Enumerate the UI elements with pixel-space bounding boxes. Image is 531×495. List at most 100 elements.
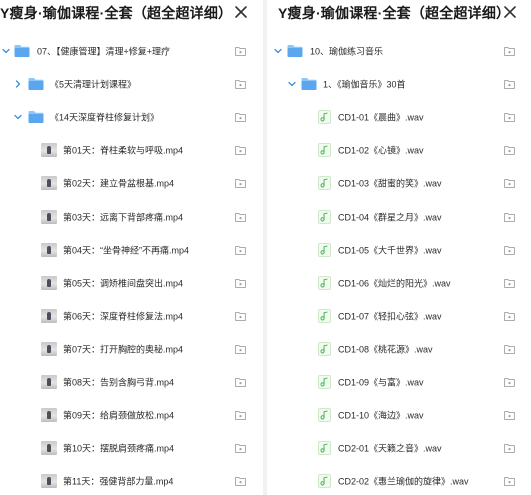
file-row[interactable]: CD1-01《晨曲》.wav (268, 103, 531, 131)
folder-action-icon[interactable] (235, 145, 246, 156)
file-row[interactable]: CD2-02《惠兰瑜伽的旋律》.wav (268, 467, 531, 495)
video-thumbnail-icon (41, 341, 57, 356)
music-note-icon (320, 212, 328, 221)
audio-file-icon (318, 341, 331, 356)
folder-action-icon[interactable] (504, 46, 515, 56)
folder-action-icon[interactable] (235, 410, 246, 420)
folder-action-icon[interactable] (235, 112, 246, 123)
folder-action-icon[interactable] (235, 212, 246, 222)
file-row[interactable]: CD1-08《桃花源》.wav (268, 335, 531, 363)
video-thumbnail-icon (41, 474, 57, 489)
folder-name: 1、《瑜伽音乐》30首 (323, 79, 406, 90)
file-row[interactable]: CD1-03《甜蜜的笑》.wav (268, 169, 531, 197)
folder-action-icon[interactable] (504, 112, 515, 123)
folder-action-icon[interactable] (504, 443, 515, 454)
chevron-down-icon[interactable] (14, 113, 22, 121)
folder-action-icon[interactable] (504, 278, 515, 288)
folder-row[interactable]: 07、【健康管理】清理+修复+理疗 (0, 37, 262, 65)
file-name: CD1-10《海边》.wav (338, 410, 424, 421)
file-row[interactable]: 第05天：调矫椎间盘突出.mp4 (0, 269, 262, 297)
file-row[interactable]: 第03天：远离下背部疼痛.mp4 (0, 203, 262, 231)
file-row[interactable]: CD1-06《灿烂的阳光》.wav (268, 269, 531, 297)
folder-icon (287, 45, 303, 57)
video-thumbnail-icon (41, 441, 57, 456)
folder-action-icon[interactable] (235, 278, 246, 288)
folder-action-icon[interactable] (504, 476, 515, 487)
file-name: 第10天：摆脱肩颈疼痛.mp4 (63, 443, 175, 454)
folder-name: 《14天深度脊柱修复计划》 (50, 112, 160, 123)
folder-action-icon[interactable] (235, 344, 246, 354)
file-name: CD1-03《甜蜜的笑》.wav (338, 178, 442, 189)
folder-action-icon[interactable] (235, 178, 246, 189)
file-row[interactable]: 第09天：给肩颈做放松.mp4 (0, 401, 262, 429)
left-panel-header: Y瘦身·瑜伽课程·全套（超全超详细） (0, 0, 262, 28)
figure-silhouette (47, 179, 51, 188)
file-row[interactable]: CD1-10《海边》.wav (268, 401, 531, 429)
folder-action-icon[interactable] (504, 410, 515, 420)
chevron-down-icon[interactable] (288, 80, 296, 88)
figure-silhouette (47, 344, 51, 353)
music-note-icon (320, 476, 328, 486)
folder-action-icon[interactable] (504, 377, 515, 387)
folder-icon (301, 78, 317, 91)
folder-action-icon[interactable] (235, 377, 246, 387)
file-name: 第04天：“坐骨神经”不再痛.mp4 (63, 245, 190, 256)
folder-action-icon[interactable] (504, 79, 515, 89)
file-name: 第01天：脊柱柔软与呼吸.mp4 (63, 145, 184, 156)
folder-action-icon[interactable] (235, 476, 246, 487)
folder-action-icon[interactable] (504, 178, 515, 189)
folder-action-icon[interactable] (235, 46, 246, 56)
folder-action-icon[interactable] (504, 145, 515, 156)
chevron-down-icon[interactable] (274, 47, 282, 55)
folder-row[interactable]: 《14天深度脊柱修复计划》 (0, 103, 262, 131)
folder-row[interactable]: 10、瑜伽练习音乐 (268, 37, 531, 65)
video-thumbnail-icon (41, 408, 57, 423)
music-note-icon (320, 311, 328, 321)
file-row[interactable]: 第11天：强健背部力量.mp4 (0, 467, 262, 495)
music-note-icon (320, 377, 328, 387)
folder-action-icon[interactable] (235, 311, 246, 321)
music-note-icon (320, 145, 328, 155)
file-row[interactable]: 第02天：建立骨盆根基.mp4 (0, 169, 262, 197)
folder-action-icon[interactable] (235, 245, 246, 255)
file-row[interactable]: CD1-05《大千世界》.wav (268, 236, 531, 264)
right-file-panel: Y瘦身·瑜伽课程·全套（超全超详细） 10、瑜伽练习音乐 1、《瑜伽音乐》30首 C… (268, 0, 531, 495)
music-note-icon (320, 410, 328, 420)
folder-action-icon[interactable] (504, 344, 515, 354)
file-row[interactable]: 第04天：“坐骨神经”不再痛.mp4 (0, 236, 262, 264)
file-row[interactable]: CD1-07《轻扣心弦》.wav (268, 302, 531, 330)
file-name: 第06天：深度脊柱修复法.mp4 (63, 311, 184, 322)
folder-name: 《5天清理计划课程》 (50, 79, 137, 90)
file-row[interactable]: CD1-02《心镜》.wav (268, 136, 531, 164)
file-row[interactable]: CD1-09《与富》.wav (268, 368, 531, 396)
folder-action-icon[interactable] (504, 245, 515, 255)
music-note-icon (320, 443, 328, 453)
video-thumbnail-icon (41, 209, 57, 224)
file-row[interactable]: 第06天：深度脊柱修复法.mp4 (0, 302, 262, 330)
file-name: CD1-08《桃花源》.wav (338, 344, 433, 355)
file-name: 第03天：远离下背部疼痛.mp4 (63, 212, 184, 222)
file-row[interactable]: 第01天：脊柱柔软与呼吸.mp4 (0, 136, 262, 164)
chevron-down-icon[interactable] (2, 47, 10, 55)
audio-file-icon (318, 308, 331, 323)
file-name: 第09天：给肩颈做放松.mp4 (63, 410, 175, 421)
close-icon[interactable] (503, 5, 517, 19)
folder-action-icon[interactable] (504, 212, 515, 222)
file-name: CD2-02《惠兰瑜伽的旋律》.wav (338, 476, 469, 487)
folder-action-icon[interactable] (504, 311, 515, 321)
file-row[interactable]: 第08天：告别含胸弓背.mp4 (0, 368, 262, 396)
folder-row[interactable]: 1、《瑜伽音乐》30首 (268, 70, 531, 98)
folder-action-icon[interactable] (235, 79, 246, 89)
file-row[interactable]: CD2-01《天籁之音》.wav (268, 434, 531, 462)
folder-action-icon[interactable] (235, 443, 246, 454)
file-row[interactable]: 第10天：摆脱肩颈疼痛.mp4 (0, 434, 262, 462)
file-row[interactable]: 第07天：打开胸腔的奥秘.mp4 (0, 335, 262, 363)
chevron-right-icon[interactable] (14, 80, 22, 88)
left-file-panel: Y瘦身·瑜伽课程·全套（超全超详细） 07、【健康管理】清理+修复+理疗《5天清… (0, 0, 262, 495)
folder-row[interactable]: 《5天清理计划课程》 (0, 70, 262, 98)
file-row[interactable]: CD1-04《群星之月》.wav (268, 203, 531, 231)
file-name: CD1-04《群星之月》.wav (338, 212, 442, 222)
video-thumbnail-icon (41, 275, 57, 290)
audio-file-icon (318, 242, 331, 257)
close-icon[interactable] (234, 5, 248, 19)
